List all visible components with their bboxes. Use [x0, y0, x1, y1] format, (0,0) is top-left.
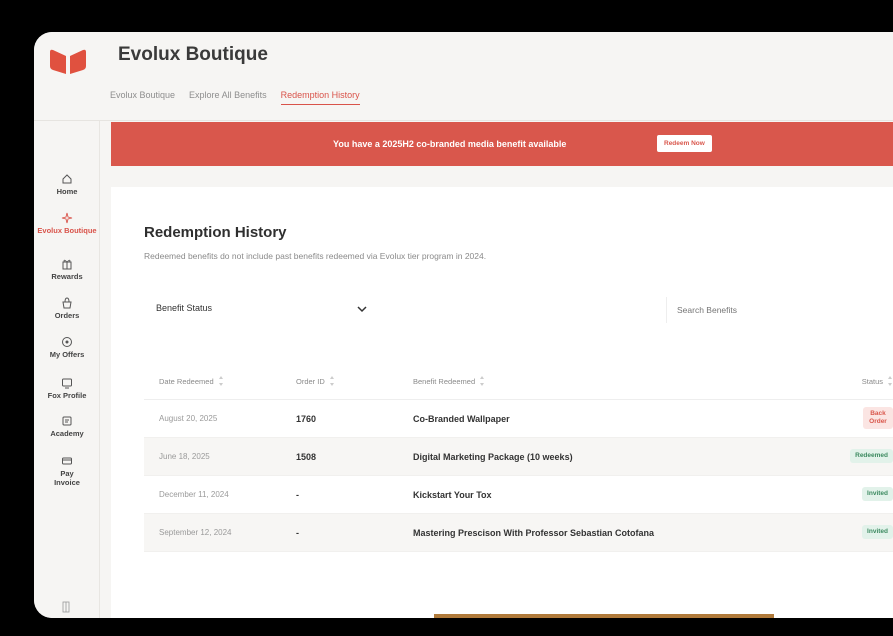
chevron-down-icon [357, 306, 367, 313]
column-header-date-redeemed[interactable]: Date Redeemed [159, 376, 224, 386]
app-screen: Evolux Boutique Evolux Boutique Explore … [34, 32, 893, 618]
redeem-now-button[interactable]: Redeem Now [657, 135, 712, 152]
sidebar-item-academy[interactable]: Academy [34, 415, 100, 438]
search-benefits-input[interactable] [666, 297, 893, 323]
table-header: Date Redeemed Order ID Benefit Redeemed … [144, 362, 893, 400]
table-row[interactable]: December 11, 2024 - Kickstart Your Tox I… [144, 476, 893, 514]
date-cell: September 12, 2024 [159, 528, 232, 537]
home-icon [62, 174, 72, 184]
sidebar-item-pay-invoice[interactable]: Pay Invoice [34, 455, 100, 487]
column-header-status[interactable]: Status [862, 376, 893, 386]
sidebar-item-label: Academy [50, 429, 84, 438]
column-label: Date Redeemed [159, 376, 214, 386]
breadcrumb-explore-all-benefits[interactable]: Explore All Benefits [189, 90, 267, 105]
status-badge: Redeemed [850, 449, 893, 463]
order-id-cell: - [296, 490, 299, 500]
date-cell: June 18, 2025 [159, 452, 210, 461]
benefit-cell: Mastering Prescison With Professor Sebas… [413, 528, 654, 538]
sidebar-item-label: Fox Profile [47, 391, 87, 400]
device-frame: Evolux Boutique Evolux Boutique Explore … [0, 0, 893, 636]
benefit-status-label: Benefit Status [156, 303, 213, 313]
sort-icon [888, 376, 893, 386]
sidebar: Home Evolux Boutique Rewards Orders My O… [34, 121, 100, 618]
sidebar-item-rewards[interactable]: Rewards [34, 258, 100, 281]
evolux-logo-icon[interactable] [48, 48, 88, 76]
sidebar-item-label: Home [56, 187, 78, 196]
column-header-benefit-redeemed[interactable]: Benefit Redeemed [413, 376, 485, 386]
column-label: Status [861, 376, 883, 386]
benefit-cell: Co-Branded Wallpaper [413, 414, 510, 424]
top-header: Evolux Boutique Evolux Boutique Explore … [34, 32, 893, 120]
sort-icon [218, 376, 224, 386]
status-badge: Invited [862, 525, 893, 539]
status-badge: Back Order [863, 407, 893, 429]
sort-icon [480, 376, 485, 386]
book-icon [62, 416, 72, 426]
redemption-history-card: Redemption History Redeemed benefits do … [111, 187, 893, 618]
column-header-order-id[interactable]: Order ID [296, 376, 335, 386]
breadcrumb-redemption-history[interactable]: Redemption History [280, 90, 360, 105]
sidebar-item-label: My Offers [49, 350, 85, 359]
header-divider [34, 120, 893, 121]
banner-text: You have a 2025H2 co-branded media benef… [333, 139, 567, 149]
breadcrumb: Evolux Boutique Explore All Benefits Red… [110, 90, 360, 105]
sparkle-icon [61, 212, 73, 224]
promo-banner: You have a 2025H2 co-branded media benef… [111, 122, 893, 166]
card-icon [62, 457, 72, 465]
table-row[interactable]: August 20, 2025 1760 Co-Branded Wallpape… [144, 400, 893, 438]
page-subtitle: Redeemed benefits do not include past be… [144, 251, 487, 261]
table-row[interactable]: June 18, 2025 1508 Digital Marketing Pac… [144, 438, 893, 476]
sidebar-item-label: Orders [54, 311, 80, 320]
column-label: Order ID [296, 376, 325, 386]
offer-icon [62, 337, 72, 347]
table-row[interactable]: September 12, 2024 - Mastering Prescison… [144, 514, 893, 552]
sidebar-item-fox-profile[interactable]: Fox Profile [34, 377, 100, 400]
breadcrumb-evolux-boutique[interactable]: Evolux Boutique [110, 90, 175, 105]
collapse-icon[interactable] [62, 601, 70, 613]
sidebar-item-my-offers[interactable]: My Offers [34, 336, 100, 359]
status-badge: Invited [862, 487, 893, 501]
date-cell: August 20, 2025 [159, 414, 218, 423]
profile-icon [62, 378, 72, 389]
sidebar-item-label: Evolux Boutique [37, 226, 97, 235]
order-id-cell: - [296, 528, 299, 538]
bottom-accent-bar [434, 614, 774, 618]
page-title: Redemption History [144, 224, 287, 241]
page-header-title: Evolux Boutique [118, 44, 268, 65]
benefit-status-select[interactable]: Benefit Status [144, 297, 368, 323]
benefit-cell: Kickstart Your Tox [413, 490, 492, 500]
sidebar-item-label: Pay Invoice [54, 469, 80, 487]
sidebar-item-label: Rewards [51, 272, 83, 281]
column-label: Benefit Redeemed [413, 376, 476, 386]
benefit-cell: Digital Marketing Package (10 weeks) [413, 452, 573, 462]
order-id-cell: 1760 [296, 414, 317, 424]
sidebar-item-home[interactable]: Home [34, 173, 100, 196]
gift-icon [62, 259, 72, 270]
bag-icon [62, 297, 72, 309]
sort-icon [329, 376, 335, 386]
date-cell: December 11, 2024 [159, 490, 229, 499]
order-id-cell: 1508 [296, 452, 317, 462]
sidebar-item-orders[interactable]: Orders [34, 297, 100, 320]
sidebar-item-evolux-boutique[interactable]: Evolux Boutique [34, 212, 100, 235]
